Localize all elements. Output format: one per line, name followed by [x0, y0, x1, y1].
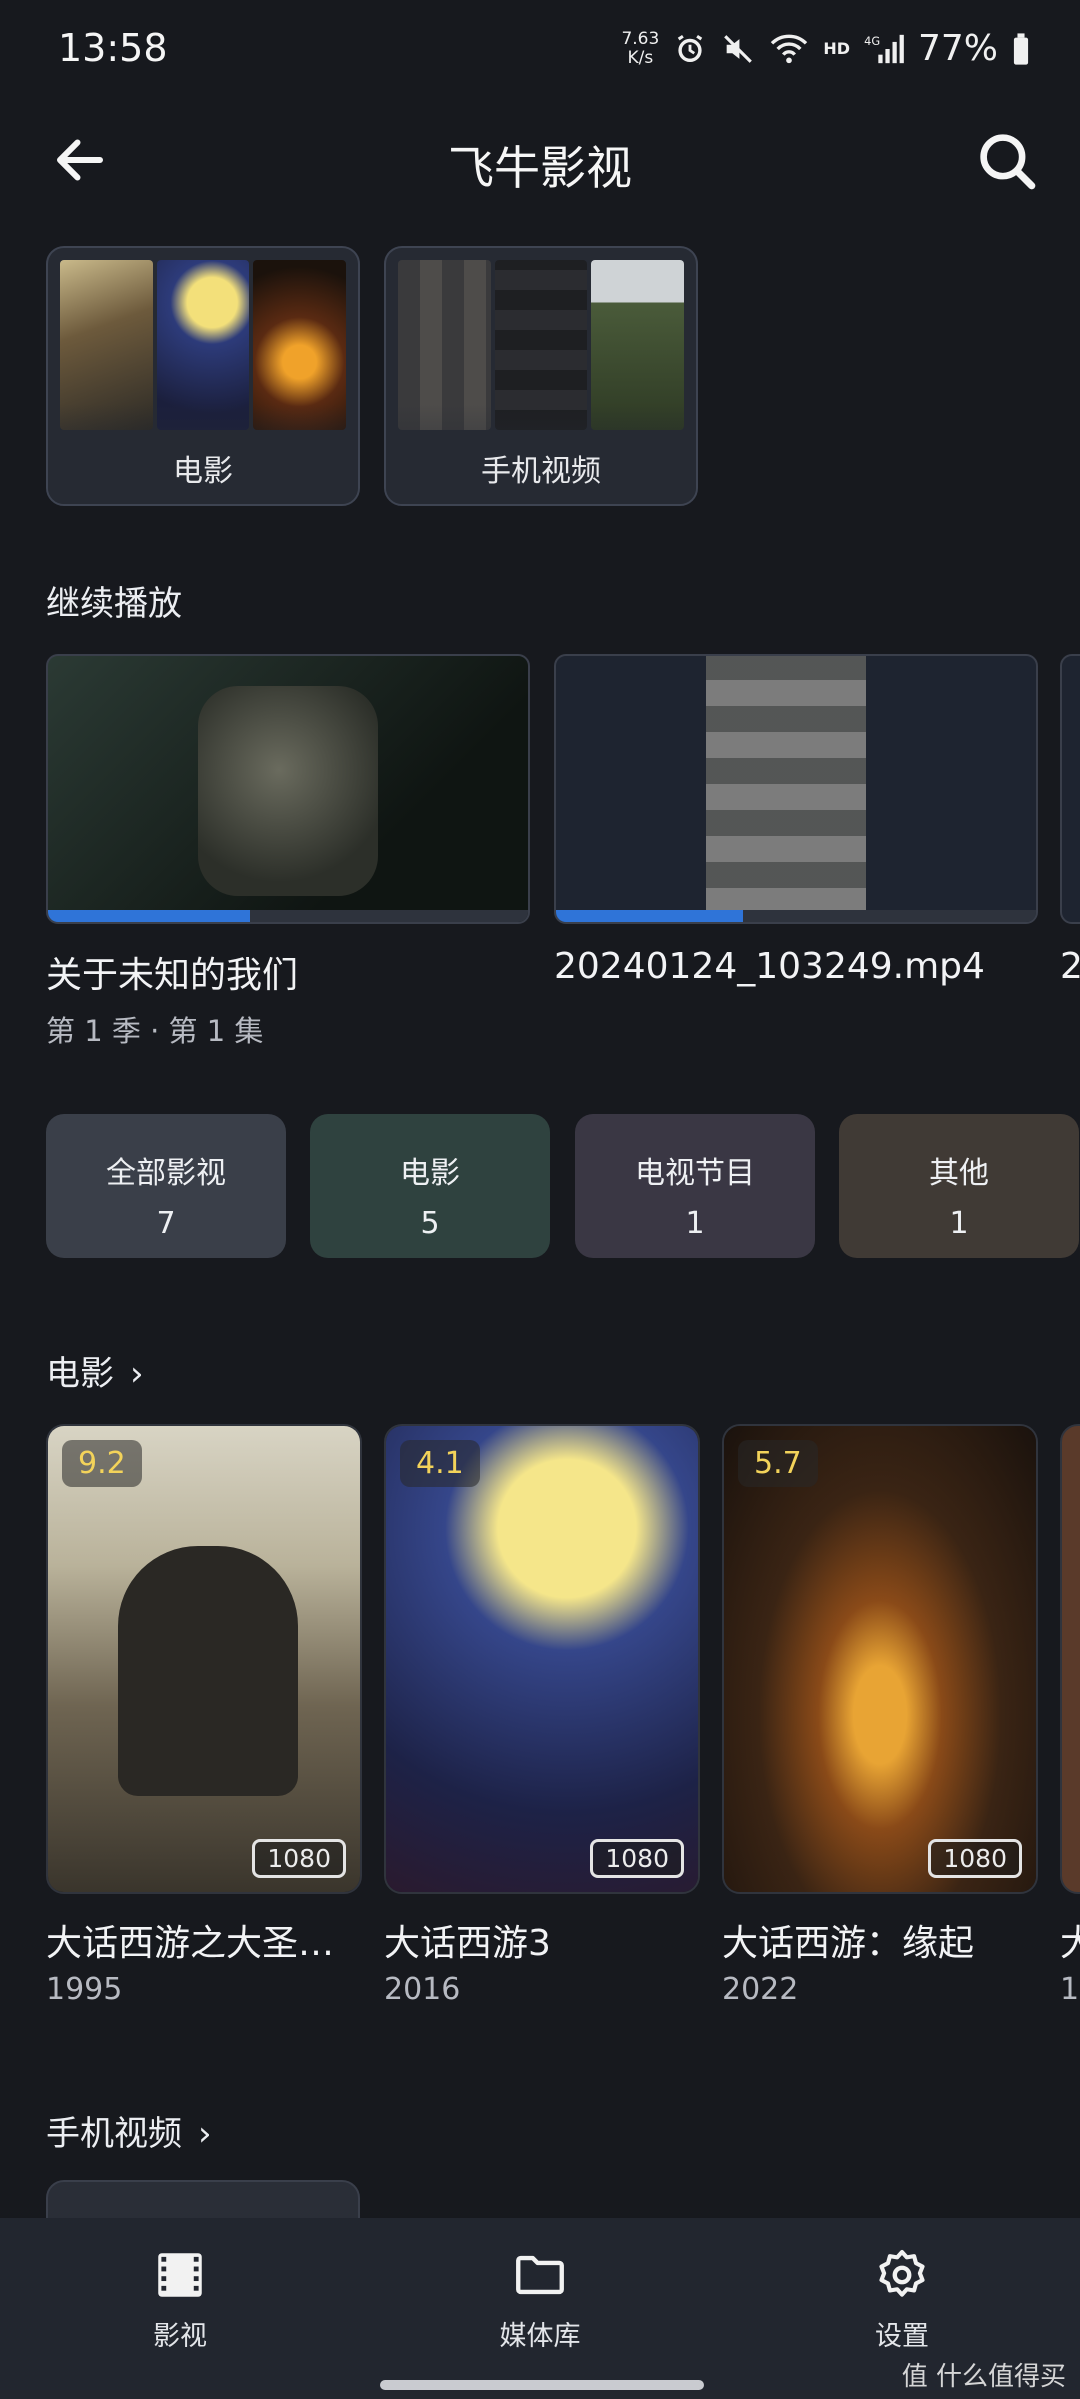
- category-count: 7: [156, 1206, 176, 1241]
- movies-section-header[interactable]: 电影 ›: [46, 1346, 144, 1395]
- continue-item-title: 2: [1060, 946, 1080, 987]
- progress-fill: [48, 910, 250, 922]
- status-time: 13:58: [58, 26, 168, 70]
- resolution-badge: 1080: [252, 1839, 346, 1878]
- phone-videos-section-title: 手机视频: [46, 2114, 182, 2154]
- continue-watching-title: 继续播放: [46, 584, 182, 624]
- continue-item-2[interactable]: [554, 654, 1038, 924]
- movie-title: 大话西游：缘起: [722, 1923, 975, 1964]
- nav-label: 媒体库: [499, 2321, 581, 2352]
- search-icon[interactable]: [974, 128, 1040, 194]
- wifi-icon: [771, 34, 808, 63]
- poster-logo: [406, 1726, 676, 1786]
- mute-icon: [724, 34, 753, 63]
- network-speed: 7.63 K/s: [621, 28, 660, 68]
- continue-item-title: 20240124_103249.mp4: [554, 946, 985, 987]
- movies-section-title: 电影: [46, 1354, 114, 1394]
- library-label: 手机视频: [481, 454, 601, 489]
- category-name: 电视节目: [635, 1156, 755, 1191]
- category-other[interactable]: 其他 1: [839, 1114, 1079, 1258]
- film-icon: [158, 2253, 202, 2297]
- library-label: 电影: [173, 454, 233, 489]
- home-indicator[interactable]: [380, 2380, 704, 2390]
- continue-item-subtitle: 第 1 季 · 第 1 集: [46, 1014, 264, 1048]
- video-frame: [706, 656, 866, 914]
- category-name: 全部影视: [106, 1156, 226, 1191]
- rating-badge: 4.1: [400, 1440, 480, 1487]
- chevron-right-icon: ›: [198, 2114, 212, 2154]
- video-frame: [198, 686, 378, 896]
- continue-item-title: 关于未知的我们: [46, 955, 299, 996]
- nav-label: 影视: [153, 2321, 207, 2352]
- progress-track: [48, 910, 528, 922]
- movie-poster-3[interactable]: 5.7 1080: [722, 1424, 1038, 1894]
- page-title: 飞牛影视: [448, 141, 632, 195]
- library-card-phone-videos[interactable]: 手机视频: [384, 246, 698, 506]
- nav-item-library[interactable]: 媒体库: [440, 2246, 640, 2353]
- status-bar: 13:58 7.63 K/s HD 4G 77%: [0, 0, 1080, 100]
- movie-title: 大话西游之大圣…: [46, 1923, 335, 1964]
- chevron-right-icon: ›: [130, 1354, 144, 1394]
- movie-title: 大: [1060, 1923, 1080, 1964]
- poster-art: [724, 1426, 1036, 1892]
- movie-year: 19: [1060, 1972, 1080, 2007]
- rating-badge: 5.7: [738, 1440, 818, 1487]
- poster-art: [386, 1426, 698, 1892]
- progress-fill: [556, 910, 744, 922]
- network-speed-value: 7.63: [621, 28, 660, 49]
- progress-track: [556, 910, 1036, 922]
- movie-poster-1[interactable]: 9.2 1080: [46, 1424, 362, 1894]
- category-name: 电影: [400, 1156, 460, 1191]
- phone-videos-section-header[interactable]: 手机视频 ›: [46, 2106, 212, 2155]
- continue-item-1[interactable]: [46, 654, 530, 924]
- movie-poster-4[interactable]: [1060, 1424, 1080, 1894]
- svg-text:4G: 4G: [864, 33, 880, 47]
- watermark: 值 什么值得买: [901, 2362, 1066, 2392]
- signal-icon: 4G: [864, 33, 904, 63]
- gear-icon: [879, 2249, 925, 2297]
- nav-label: 设置: [875, 2321, 929, 2352]
- category-tv[interactable]: 电视节目 1: [575, 1114, 815, 1258]
- hd-icon: HD: [823, 39, 850, 58]
- nav-item-settings[interactable]: 设置: [802, 2246, 1002, 2353]
- resolution-badge: 1080: [928, 1839, 1022, 1878]
- category-name: 其他: [929, 1156, 989, 1191]
- movie-year: 2022: [722, 1972, 799, 2007]
- status-icons: 7.63 K/s HD 4G 77%: [621, 28, 1030, 69]
- network-speed-unit: K/s: [627, 47, 654, 68]
- movie-title: 大话西游3: [384, 1923, 551, 1964]
- battery-icon: [1013, 32, 1029, 65]
- movie-year: 1995: [46, 1972, 123, 2007]
- movie-year: 2016: [384, 1972, 461, 2007]
- category-count: 1: [949, 1206, 969, 1241]
- rating-badge: 9.2: [62, 1440, 142, 1487]
- resolution-badge: 1080: [590, 1839, 684, 1878]
- category-movies[interactable]: 电影 5: [310, 1114, 550, 1258]
- category-count: 1: [685, 1206, 705, 1241]
- poster-figure: [118, 1546, 298, 1796]
- movie-poster-2[interactable]: 4.1 1080: [384, 1424, 700, 1894]
- alarm-icon: [678, 34, 703, 62]
- library-card-movies[interactable]: 电影: [46, 246, 360, 506]
- category-all[interactable]: 全部影视 7: [46, 1114, 286, 1258]
- category-count: 5: [420, 1206, 440, 1241]
- continue-item-3[interactable]: [1060, 654, 1080, 924]
- nav-item-videos[interactable]: 影视: [80, 2246, 280, 2353]
- header: 飞牛影视: [0, 110, 1080, 210]
- app-screen: 13:58 7.63 K/s HD 4G 77% 飞牛影视 电影 手机视频 继续…: [0, 0, 1080, 2399]
- battery-level: 77%: [917, 28, 998, 69]
- folder-icon: [516, 2255, 564, 2295]
